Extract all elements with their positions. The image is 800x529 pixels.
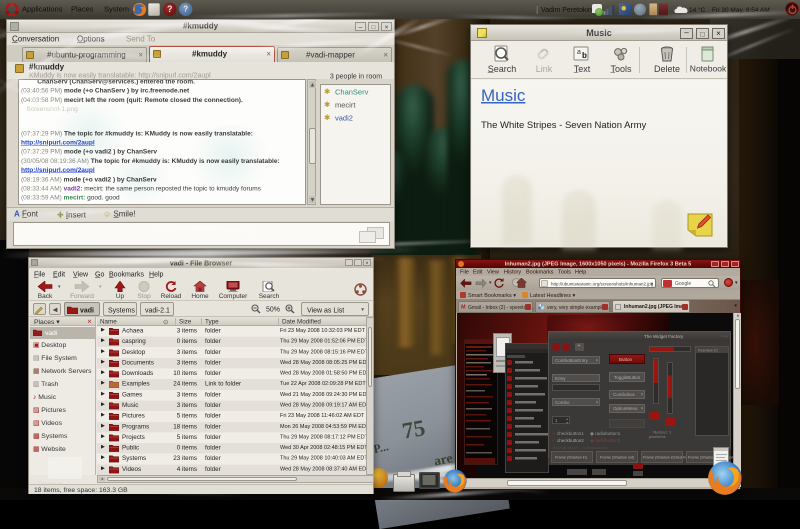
svg-text:b: b bbox=[582, 51, 587, 60]
svg-text:a: a bbox=[577, 49, 581, 56]
